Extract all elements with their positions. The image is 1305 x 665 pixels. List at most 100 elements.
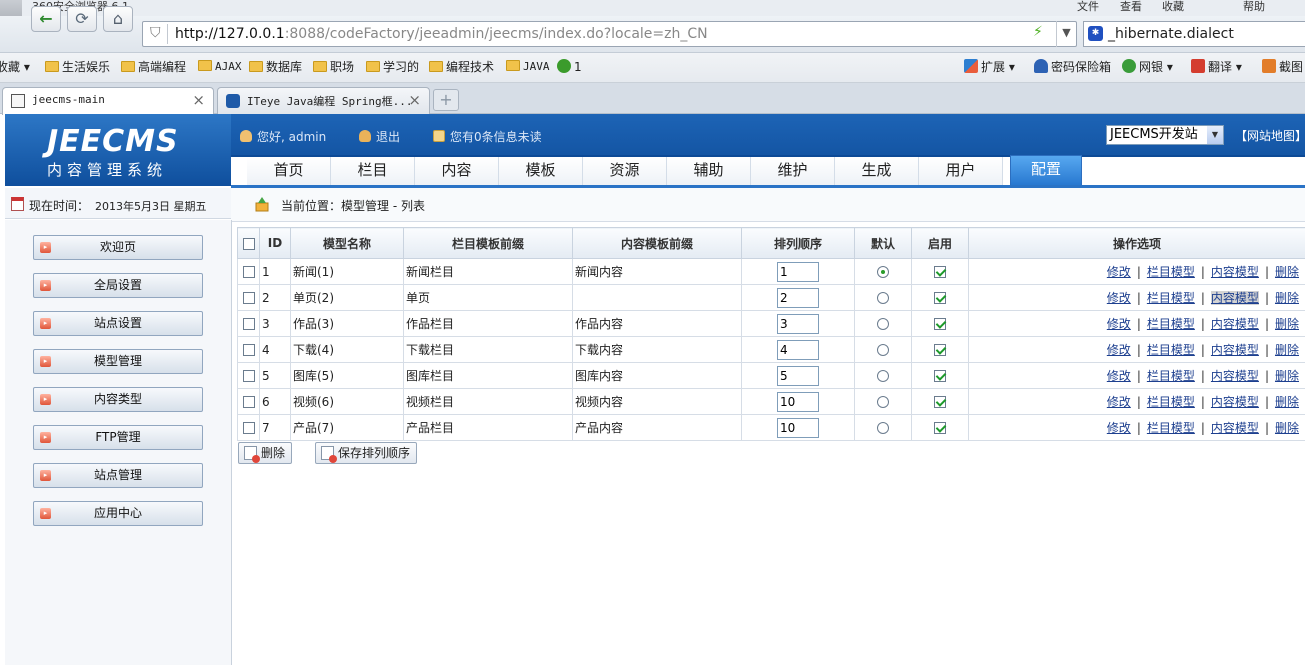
order-input[interactable] xyxy=(777,261,819,282)
delete-button[interactable]: 删除 xyxy=(238,442,293,464)
row-checkbox[interactable] xyxy=(242,344,255,356)
favorite-link[interactable]: 1 xyxy=(557,59,582,75)
row-checkbox[interactable] xyxy=(242,266,255,278)
sitemap-link[interactable]: 【网站地图】 xyxy=(1235,127,1305,144)
save-order-button[interactable]: 保存排列顺序 xyxy=(315,442,418,464)
edit-link[interactable]: 修改 xyxy=(1107,291,1131,305)
default-radio[interactable] xyxy=(877,266,889,278)
search-engine-icon[interactable]: ✱ xyxy=(1088,26,1103,41)
nav-config[interactable]: 配置 xyxy=(1010,155,1082,185)
enabled-checkbox[interactable] xyxy=(934,370,946,382)
channel-model-link[interactable]: 栏目模型 xyxy=(1147,369,1195,383)
nav-template[interactable]: 模板 xyxy=(499,157,583,185)
row-checkbox[interactable] xyxy=(242,318,255,330)
favorite-folder[interactable]: 编程技术 xyxy=(429,59,494,75)
favorite-folder[interactable]: 学习的 xyxy=(366,59,419,75)
refresh-button[interactable]: ⟳ xyxy=(67,6,97,32)
favorite-folder[interactable]: AJAX xyxy=(198,59,242,75)
edit-link[interactable]: 修改 xyxy=(1107,317,1131,331)
content-model-link[interactable]: 内容模型 xyxy=(1211,421,1259,435)
sidebar-item-model-management[interactable]: ▸ 模型管理 xyxy=(33,349,203,374)
channel-model-link[interactable]: 栏目模型 xyxy=(1147,317,1195,331)
order-input[interactable] xyxy=(777,391,819,412)
sidebar-item-global-settings[interactable]: ▸ 全局设置 xyxy=(33,273,203,298)
close-icon[interactable]: × xyxy=(408,91,421,109)
delete-link[interactable]: 删除 xyxy=(1275,395,1299,409)
new-tab-button[interactable]: + xyxy=(433,89,459,111)
order-input[interactable] xyxy=(777,287,819,308)
order-input[interactable] xyxy=(777,365,819,386)
enabled-checkbox[interactable] xyxy=(934,422,946,434)
sidebar-item-welcome[interactable]: ▸ 欢迎页 xyxy=(33,235,203,260)
online-banking-button[interactable]: 网银 ▾ xyxy=(1122,59,1173,75)
default-radio[interactable] xyxy=(877,422,889,434)
edit-link[interactable]: 修改 xyxy=(1107,395,1131,409)
favorites-menu[interactable]: 收藏 ▾ xyxy=(0,59,30,75)
row-checkbox[interactable] xyxy=(242,370,255,382)
nav-user[interactable]: 用户 xyxy=(919,157,1003,185)
nav-home[interactable]: 首页 xyxy=(247,157,331,185)
search-input[interactable]: _hibernate.dialect xyxy=(1108,26,1234,42)
close-icon[interactable]: × xyxy=(192,91,205,109)
select-all-checkbox[interactable] xyxy=(242,237,255,250)
address-dropdown-icon[interactable]: ▼ xyxy=(1056,21,1076,47)
edit-link[interactable]: 修改 xyxy=(1107,343,1131,357)
menu-view[interactable]: 查看 xyxy=(1120,0,1142,13)
sidebar-item-ftp[interactable]: ▸ FTP管理 xyxy=(33,425,203,450)
content-model-link[interactable]: 内容模型 xyxy=(1211,317,1259,331)
home-button[interactable]: ⌂ xyxy=(103,6,133,32)
channel-model-link[interactable]: 栏目模型 xyxy=(1147,395,1195,409)
row-checkbox[interactable] xyxy=(242,396,255,408)
nav-channel[interactable]: 栏目 xyxy=(331,157,415,185)
enabled-checkbox[interactable] xyxy=(934,396,946,408)
enabled-checkbox[interactable] xyxy=(934,292,946,304)
delete-link[interactable]: 删除 xyxy=(1275,265,1299,279)
order-input[interactable] xyxy=(777,339,819,360)
channel-model-link[interactable]: 栏目模型 xyxy=(1147,291,1195,305)
default-radio[interactable] xyxy=(877,318,889,330)
edit-link[interactable]: 修改 xyxy=(1107,369,1131,383)
favorite-folder[interactable]: 数据库 xyxy=(249,59,302,75)
order-input[interactable] xyxy=(777,417,819,438)
edit-link[interactable]: 修改 xyxy=(1107,421,1131,435)
content-model-link[interactable]: 内容模型 xyxy=(1211,369,1259,383)
site-select[interactable]: JEECMS开发站 ▼ xyxy=(1106,125,1224,145)
chevron-down-icon[interactable]: ▼ xyxy=(1207,126,1223,144)
favorite-folder[interactable]: 职场 xyxy=(313,59,354,75)
sidebar-item-site-management[interactable]: ▸ 站点管理 xyxy=(33,463,203,488)
tab-iteye[interactable]: ITeye Java编程 Spring框... × xyxy=(217,87,430,114)
enabled-checkbox[interactable] xyxy=(934,266,946,278)
sidebar-item-app-center[interactable]: ▸ 应用中心 xyxy=(33,501,203,526)
back-button[interactable]: ← xyxy=(31,6,61,32)
delete-link[interactable]: 删除 xyxy=(1275,369,1299,383)
messages-link[interactable]: 您有0条信息未读 xyxy=(433,128,542,145)
translate-button[interactable]: 翻译 ▾ xyxy=(1191,59,1242,75)
security-shield-icon[interactable]: ⛉ xyxy=(150,25,161,41)
nav-assist[interactable]: 辅助 xyxy=(667,157,751,185)
content-model-link[interactable]: 内容模型 xyxy=(1211,395,1259,409)
extensions-button[interactable]: 扩展 ▾ xyxy=(964,59,1015,75)
sidebar-item-content-type[interactable]: ▸ 内容类型 xyxy=(33,387,203,412)
content-model-link[interactable]: 内容模型 xyxy=(1210,291,1259,305)
nav-resource[interactable]: 资源 xyxy=(583,157,667,185)
content-model-link[interactable]: 内容模型 xyxy=(1211,343,1259,357)
favorite-folder[interactable]: JAVA xyxy=(506,59,550,75)
delete-link[interactable]: 删除 xyxy=(1275,291,1299,305)
logo[interactable]: JEECMS xyxy=(47,124,179,159)
menu-help[interactable]: 帮助 xyxy=(1243,0,1265,13)
tab-jeecms-main[interactable]: jeecms-main × xyxy=(2,87,214,115)
channel-model-link[interactable]: 栏目模型 xyxy=(1147,421,1195,435)
nav-content[interactable]: 内容 xyxy=(415,157,499,185)
default-radio[interactable] xyxy=(877,344,889,356)
address-text[interactable]: http://127.0.0.1:8088/codeFactory/jeeadm… xyxy=(175,26,708,42)
sidebar-item-site-settings[interactable]: ▸ 站点设置 xyxy=(33,311,203,336)
delete-link[interactable]: 删除 xyxy=(1275,317,1299,331)
password-safe-button[interactable]: 密码保险箱 xyxy=(1034,59,1111,75)
menu-favorites[interactable]: 收藏 xyxy=(1162,0,1184,13)
delete-link[interactable]: 删除 xyxy=(1275,421,1299,435)
screenshot-button[interactable]: 截图 xyxy=(1262,59,1303,75)
menu-file[interactable]: 文件 xyxy=(1077,0,1099,13)
nav-maintain[interactable]: 维护 xyxy=(751,157,835,185)
speed-mode-icon[interactable]: ⚡ xyxy=(1033,24,1043,40)
enabled-checkbox[interactable] xyxy=(934,344,946,356)
